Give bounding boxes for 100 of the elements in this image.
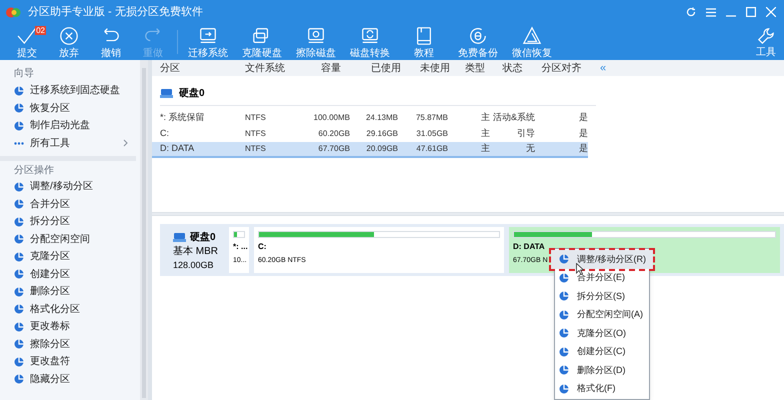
table-cell-text: 20.09GB	[365, 143, 399, 155]
partition-icon	[559, 384, 569, 394]
partition-name: C:	[258, 241, 268, 253]
menu-item[interactable]: 创建分区(C)	[555, 342, 649, 361]
toolbar-button[interactable]: 教程	[397, 24, 451, 60]
sidebar-item[interactable]: 删除分区	[6, 283, 136, 300]
sidebar-item[interactable]: 所有工具	[6, 134, 136, 152]
chevron-icon	[123, 139, 128, 148]
column-header[interactable]: 未使用	[410, 60, 460, 76]
toolbar-button[interactable]: 放弃	[48, 24, 90, 60]
table-cell-text: 67.70GB	[317, 143, 351, 155]
table-cell-text: 活动&系统	[492, 111, 535, 124]
table-cell-text: *: 系统保留	[160, 111, 206, 124]
table-cell-text: NTFS	[245, 112, 267, 124]
partition-icon	[14, 304, 24, 314]
partition-icon	[14, 374, 24, 384]
disk-name: 硬盘0	[190, 230, 216, 244]
toolbar-button[interactable]: 提交 02	[6, 24, 48, 60]
toolbar-button[interactable]: 免费备份	[451, 24, 505, 60]
disk-size: 128.00GB	[173, 258, 215, 270]
table-cell-text: NTFS	[245, 143, 267, 155]
sidebar-item[interactable]: 迁移系统到固态硬盘	[6, 82, 136, 100]
sidebar-item[interactable]: 克隆分区	[6, 248, 136, 266]
partition-icon	[14, 86, 24, 96]
partition-icon	[14, 103, 24, 114]
column-header[interactable]: 分区对齐	[535, 60, 588, 76]
menu-item[interactable]: 分配空闲空间(A)	[555, 306, 649, 324]
column-header[interactable]: 容量	[300, 60, 362, 76]
table-cell-text: 无	[525, 142, 535, 156]
column-header[interactable]: 已使用	[362, 60, 410, 76]
table-cell-text: 是	[578, 111, 588, 124]
partition-icon	[559, 365, 569, 376]
app-logo-icon	[6, 6, 22, 18]
maximize-icon[interactable]	[746, 7, 756, 17]
sidebar-item[interactable]: 擦除分区	[6, 336, 136, 353]
usage-bar	[233, 231, 245, 238]
sidebar-item[interactable]: 分配空闲空间	[6, 230, 136, 248]
toolbar-button[interactable]: 擦除磁盘	[289, 24, 343, 60]
triangle-icon	[522, 26, 542, 46]
partition-name: *: ...	[233, 241, 245, 253]
cursor-icon	[576, 263, 584, 275]
sidebar-item[interactable]: 合并分区	[6, 196, 136, 213]
sidebar-item[interactable]: 隐藏分区	[6, 370, 136, 388]
toolbar-button[interactable]: 撤销	[90, 24, 132, 60]
sidebar-item[interactable]: 恢复分区	[6, 100, 136, 117]
sidebar-item[interactable]: 制作启动光盘	[6, 117, 136, 134]
menu-item[interactable]: 克隆分区(O)	[555, 324, 649, 342]
menu-item[interactable]: 格式化(F)	[555, 380, 649, 398]
sidebar-item[interactable]: 调整/移动分区	[6, 178, 136, 196]
column-header[interactable]: 状态	[490, 60, 535, 76]
sidebar-item[interactable]: 创建分区	[6, 266, 136, 283]
sidebar-item[interactable]: 更改盘符	[6, 353, 136, 370]
table-row[interactable]: D: DATA NTFS 67.70GB 20.09GB 47.61GB 主 无 是	[152, 142, 588, 158]
sidebar-item[interactable]: 拆分分区	[6, 213, 136, 230]
column-header[interactable]: 分区	[160, 60, 245, 76]
partition-icon	[14, 322, 24, 332]
table-row[interactable]: *: 系统保留 NTFS 100.00MB 24.13MB 75.87MB 主 活动&系统 是	[152, 110, 588, 126]
close-icon[interactable]	[766, 7, 776, 17]
table-cell-text: 29.16GB	[365, 128, 399, 140]
toolbar-button[interactable]: 磁盘转换	[343, 24, 397, 60]
partition-icon	[559, 328, 569, 338]
table-cell-text: 引导	[516, 127, 535, 140]
partition-icon	[559, 272, 569, 283]
partition-icon	[559, 310, 569, 320]
partition-name: D: DATA	[513, 241, 546, 253]
toolbar-button[interactable]: 微信恢复	[505, 24, 559, 60]
partition-icon	[559, 346, 569, 357]
menu-item[interactable]: 删除分区(D)	[555, 361, 649, 380]
menu-icon[interactable]	[706, 8, 716, 16]
table-cell-text: 100.00MB	[312, 112, 351, 124]
partition-icon	[14, 339, 24, 350]
menu-item[interactable]: 调整/移动分区(R)	[551, 250, 653, 268]
table-cell-text: NTFS	[245, 128, 267, 140]
sidebar-item[interactable]: 格式化分区	[6, 300, 136, 318]
table-cell-text: 是	[578, 142, 588, 156]
table-cell-text: 31.05GB	[415, 128, 449, 140]
partition-icon	[14, 120, 24, 131]
section-title: 向导	[13, 66, 35, 80]
table-row[interactable]: C: NTFS 60.20GB 29.16GB 31.05GB 主 引导 是	[152, 126, 588, 142]
partition-icon	[559, 291, 569, 302]
partition-icon	[14, 286, 24, 297]
column-header[interactable]: 类型	[460, 60, 490, 76]
toolbar-button[interactable]: 迁移系统	[181, 24, 235, 60]
partition-icon	[14, 356, 24, 367]
sidebar-item[interactable]: 更改卷标	[6, 318, 136, 336]
refresh-icon[interactable]	[686, 7, 696, 17]
partition-icon	[14, 234, 24, 244]
partition-icon	[14, 182, 24, 192]
tools-button[interactable]: 工具	[748, 24, 784, 60]
partition-icon	[559, 254, 569, 264]
menu-item[interactable]: 拆分分区(S)	[555, 287, 649, 306]
table-cell-text: 主	[480, 142, 490, 156]
disk-type: 基本 MBR	[173, 246, 219, 258]
partition-icon	[14, 269, 24, 280]
cancel-icon	[59, 26, 79, 46]
column-header[interactable]: 文件系统	[245, 60, 300, 76]
disk-name: 硬盘0	[179, 86, 205, 101]
more-icon	[14, 142, 24, 145]
toolbar-button[interactable]: 克隆硬盘	[235, 24, 289, 60]
table-cell-text: 主	[480, 111, 490, 124]
